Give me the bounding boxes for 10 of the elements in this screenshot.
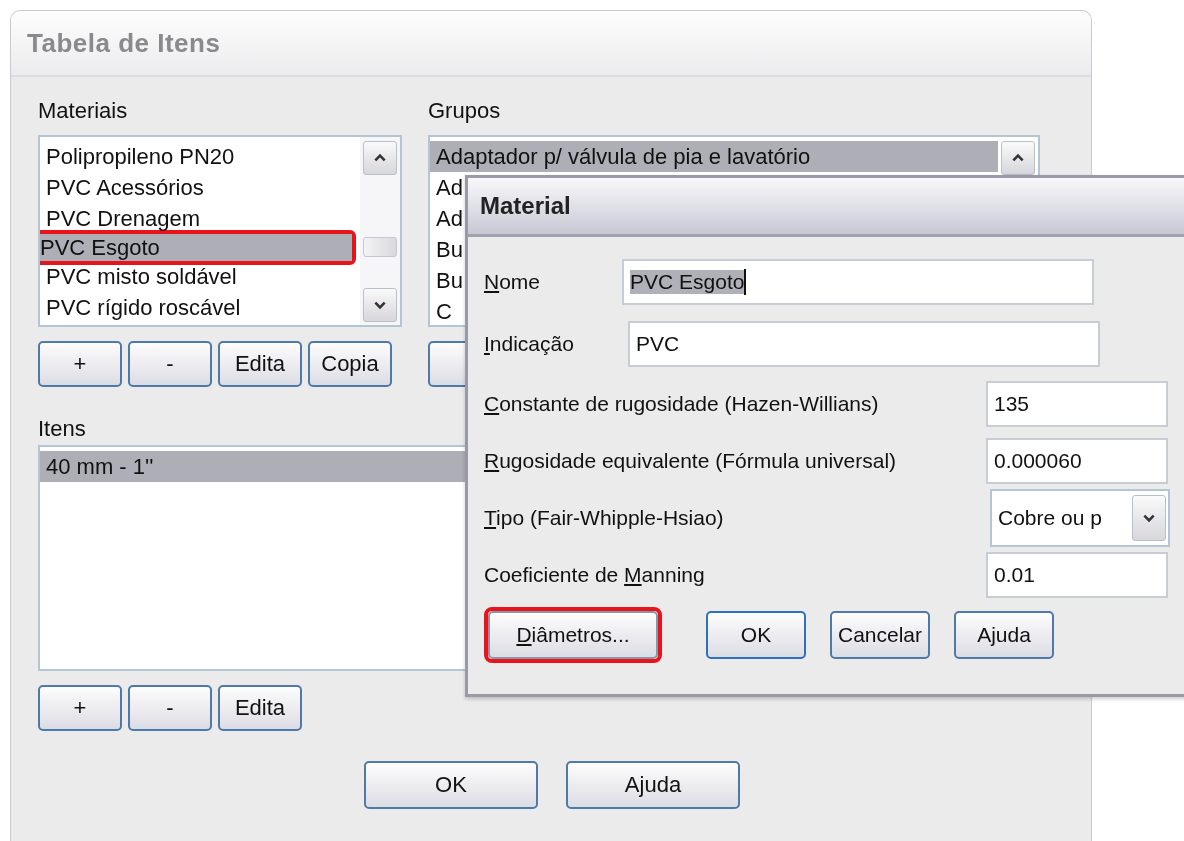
- field-label: Indicação: [484, 332, 575, 356]
- window-title: Material: [480, 192, 571, 220]
- section-label: Grupos: [428, 97, 501, 125]
- field-label: Tipo (Fair-Whipple-Hsiao): [484, 505, 725, 530]
- field-label: Constante de rugosidade (Hazen-Willians): [484, 391, 880, 416]
- field-label: Nome: [484, 270, 542, 294]
- section-label: Materiais: [38, 97, 128, 125]
- window-title: Tabela de Itens: [27, 27, 221, 59]
- section-label: Itens: [38, 415, 86, 443]
- field-label: Coeficiente de Manning: [484, 562, 706, 587]
